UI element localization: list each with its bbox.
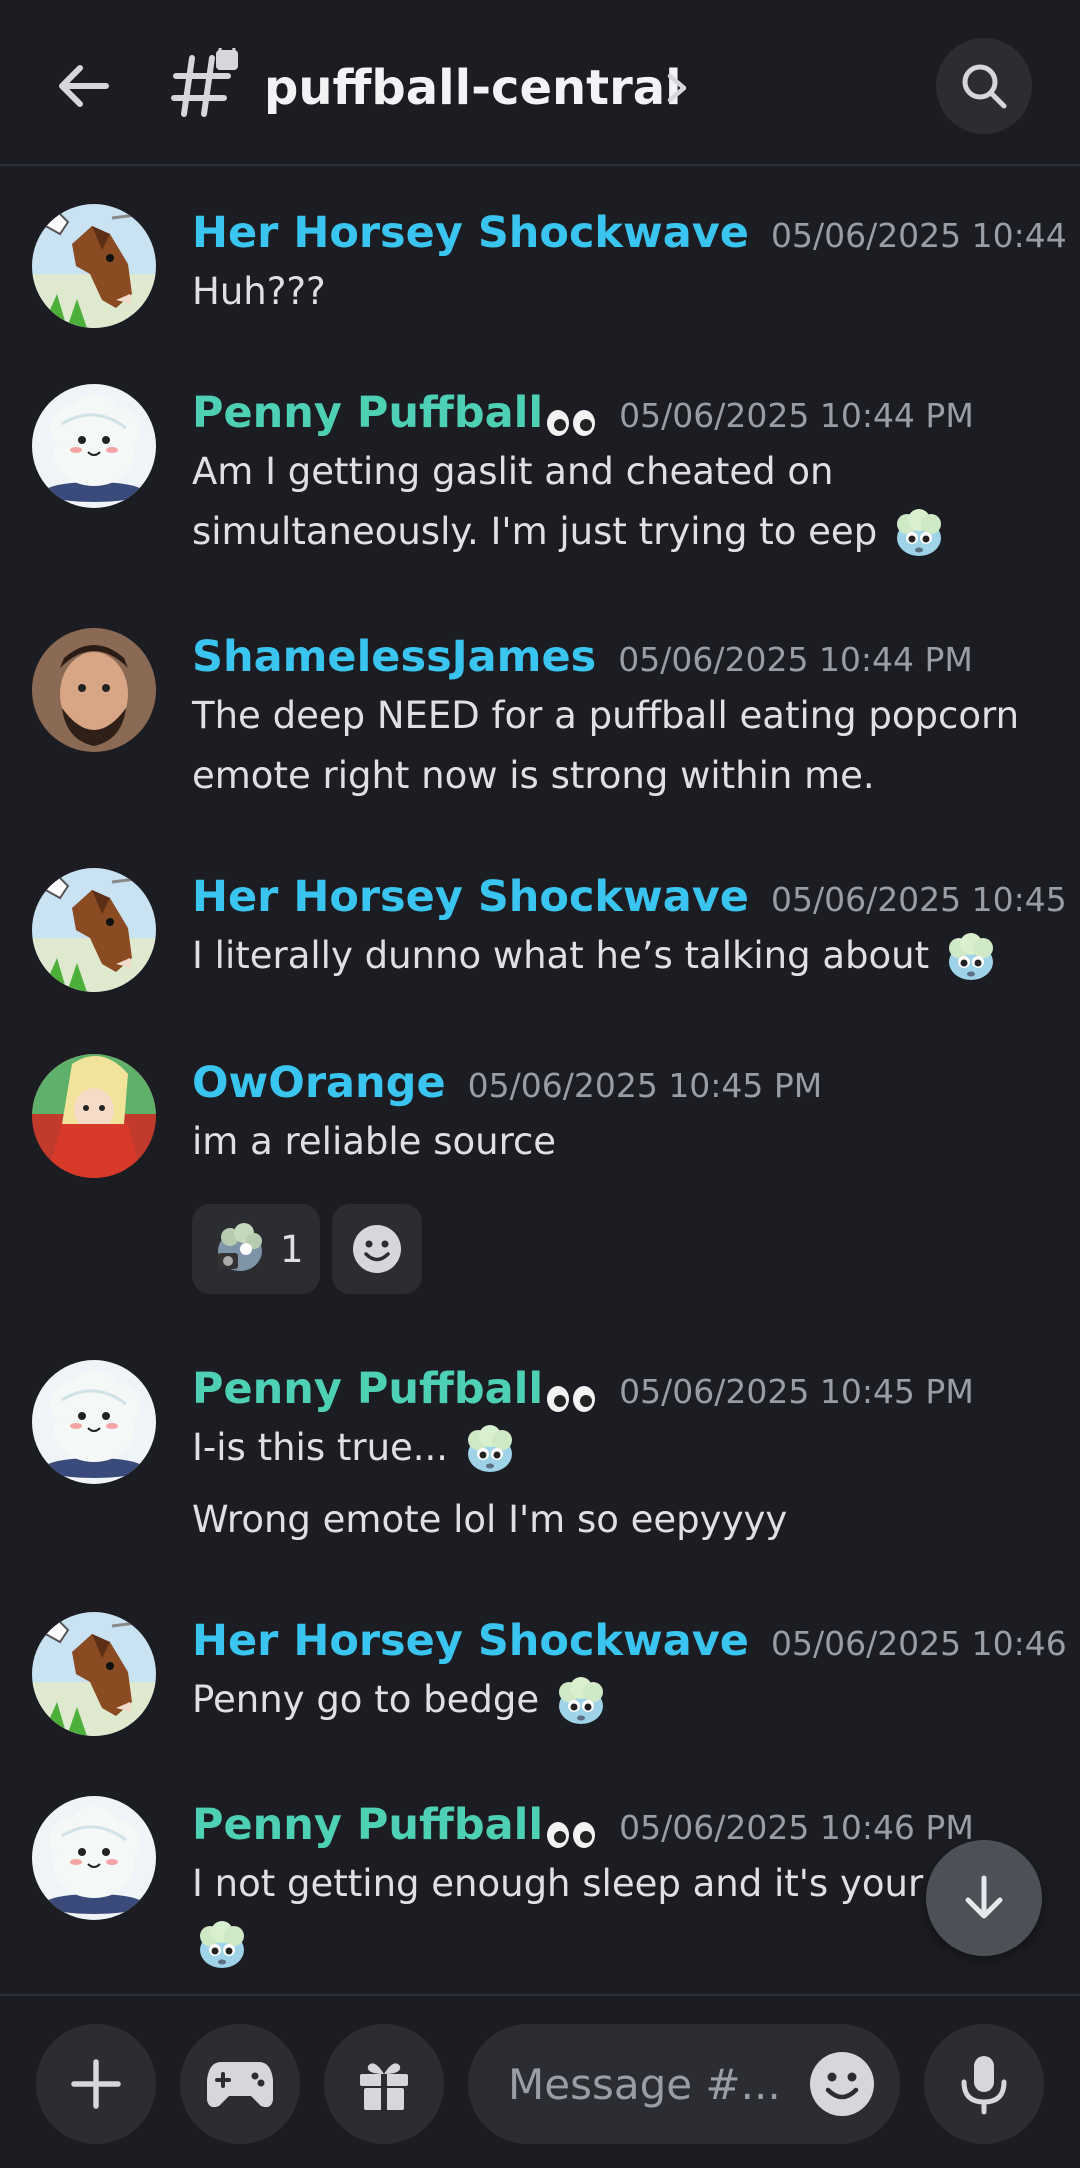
message-list[interactable]: Her Horsey Shockwave05/06/2025 10:44 PM … (0, 168, 1080, 1992)
eyes-icon (547, 409, 596, 436)
message-text: I literally dunno what he’s talking abou… (192, 934, 930, 977)
timestamp: 05/06/2025 10:44 PM (619, 396, 974, 435)
microphone-icon (961, 2056, 1007, 2115)
message-text: Wrong emote lol I'm so eepyyyy (192, 1497, 788, 1541)
avatar[interactable] (32, 628, 156, 752)
message-text: emote right now is strong within me. (192, 754, 875, 797)
author-name[interactable]: Penny Puffball (192, 1364, 543, 1414)
puffball-emote-icon[interactable] (941, 928, 1001, 988)
gift-icon (360, 2063, 408, 2110)
author-name[interactable]: Penny Puffball (192, 1800, 543, 1850)
message-text: im a reliable source (192, 1120, 557, 1163)
author-name[interactable]: Her Horsey Shockwave (192, 1616, 749, 1666)
emoji-icon[interactable] (808, 2050, 876, 2118)
jump-to-present-button[interactable] (926, 1840, 1042, 1956)
timestamp: 05/06/2025 10:46 PM (619, 1808, 974, 1847)
message-input[interactable] (508, 2054, 808, 2114)
message-text: The deep NEED for a puffball eating popc… (192, 694, 1020, 737)
author-name[interactable]: Her Horsey Shockwave (192, 872, 749, 922)
message-text: Penny go to bedge (192, 1678, 540, 1721)
arrow-down-icon (965, 1875, 1003, 1919)
avatar[interactable] (32, 1612, 156, 1736)
search-icon (962, 64, 1007, 109)
avatar[interactable] (32, 1054, 156, 1178)
channel-title[interactable]: puffball-central (264, 60, 682, 116)
puffball-emote-icon[interactable] (889, 504, 949, 564)
reaction-chip[interactable]: 1 (192, 1204, 320, 1294)
back-arrow-icon (59, 65, 109, 107)
voice-message-button[interactable] (924, 2024, 1044, 2144)
timestamp: 05/06/2025 10:44 PM (618, 640, 973, 679)
avatar[interactable] (32, 1796, 156, 1920)
add-reaction-button[interactable] (331, 1204, 422, 1294)
avatar[interactable] (32, 384, 156, 508)
timestamp: 05/06/2025 10:44 PM (770, 216, 1080, 255)
message-text: I-is this true... (192, 1426, 449, 1469)
message-text: Am I getting gaslit and cheated on (192, 450, 834, 493)
channel-header: puffball-central (0, 0, 1080, 166)
message-input-container[interactable] (468, 2024, 900, 2144)
timestamp: 05/06/2025 10:46 PM (770, 1624, 1080, 1663)
eyes-icon (547, 1385, 596, 1412)
message-text: Huh??? (192, 270, 326, 313)
back-button[interactable] (48, 50, 120, 122)
author-name[interactable]: Penny Puffball (192, 388, 543, 438)
puffball-emote-icon[interactable] (192, 1916, 252, 1976)
timestamp: 05/06/2025 10:45 PM (770, 880, 1080, 919)
author-name[interactable]: OwOrange (192, 1058, 446, 1108)
plus-icon (71, 2059, 121, 2109)
activities-button[interactable] (180, 2024, 300, 2144)
timestamp: 05/06/2025 10:45 PM (467, 1066, 823, 1105)
puffball-emote-icon[interactable] (460, 1420, 520, 1480)
gift-button[interactable] (324, 2024, 444, 2144)
channel-hash-icon (171, 48, 238, 117)
emoji-icon (352, 1225, 401, 1273)
message-text: simultaneously. I'm just trying to eep (192, 510, 878, 553)
reaction-bar: 1 (192, 1204, 422, 1294)
composer-bar (0, 1994, 1080, 2168)
avatar[interactable] (32, 868, 156, 992)
search-button[interactable] (936, 38, 1032, 134)
add-attachment-button[interactable] (36, 2024, 156, 2144)
gamepad-icon (207, 2062, 273, 2108)
message-text: I not getting enough sleep and it's your… (192, 1862, 971, 1905)
author-name[interactable]: Her Horsey Shockwave (192, 208, 749, 258)
timestamp: 05/06/2025 10:45 PM (619, 1372, 974, 1411)
avatar[interactable] (32, 1360, 156, 1484)
puffball-camera-emote-icon (218, 1223, 262, 1271)
avatar[interactable] (32, 204, 156, 328)
reaction-count: 1 (280, 1227, 304, 1271)
author-name[interactable]: ShamelessJames (192, 632, 596, 682)
puffball-emote-icon[interactable] (551, 1672, 611, 1732)
eyes-icon (547, 1821, 596, 1848)
chevron-right-icon[interactable] (662, 68, 692, 108)
